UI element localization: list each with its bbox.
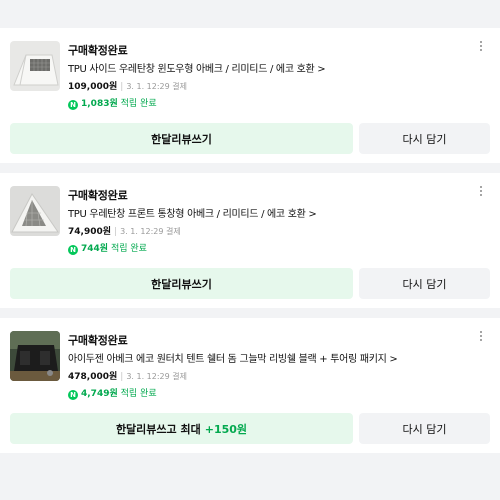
point-info: N 1,083원 적립 완료 [68, 96, 157, 110]
payment-date: 3. 1. 12:29 결제 [126, 372, 187, 381]
order-status: 구매확정완료 [68, 189, 128, 202]
more-options-icon[interactable] [478, 41, 484, 55]
point-label: 적립 완료 [110, 244, 147, 254]
product-thumbnail[interactable] [10, 41, 60, 91]
order-status: 구매확정완료 [68, 334, 128, 347]
top-spacer [0, 0, 500, 28]
review-bonus: +150원 [204, 422, 248, 436]
write-review-button[interactable]: 한달리뷰쓰기 [10, 123, 353, 154]
again-button-label: 다시 담기 [402, 277, 447, 291]
order-price: 478,000원 [68, 372, 118, 382]
meta-divider: | [120, 82, 124, 92]
product-title-link[interactable]: TPU 우레탄창 프론트 통창형 아베크 / 리미티드 / 에코 호환 > [68, 205, 317, 220]
point-label: 적립 완료 [120, 389, 157, 399]
again-button-label: 다시 담기 [402, 132, 447, 146]
order-meta: 478,000원 | 3. 1. 12:29 결제 [68, 369, 187, 382]
payment-date: 3. 1. 12:29 결제 [126, 82, 187, 91]
naver-point-icon: N [68, 100, 78, 110]
add-to-cart-again-button[interactable]: 다시 담기 [359, 123, 490, 154]
naver-point-icon: N [68, 390, 78, 400]
add-to-cart-again-button[interactable]: 다시 담기 [359, 268, 490, 299]
product-thumbnail[interactable] [10, 331, 60, 381]
naver-point-icon: N [68, 245, 78, 255]
review-button-label: 한달리뷰쓰고 최대 [115, 422, 201, 436]
order-price: 74,900원 [68, 227, 112, 237]
point-amount: 4,749원 [81, 389, 118, 399]
order-price: 109,000원 [68, 82, 118, 92]
more-options-icon[interactable] [478, 331, 484, 345]
more-options-icon[interactable] [478, 186, 484, 200]
add-to-cart-again-button[interactable]: 다시 담기 [359, 413, 490, 444]
order-card: 구매확정완료 아이두젠 아베크 에코 원터치 텐트 쉘터 돔 그늘막 리빙쉘 블… [0, 318, 500, 453]
product-thumbnail[interactable] [10, 186, 60, 236]
payment-date: 3. 1. 12:29 결제 [120, 227, 181, 236]
write-review-button[interactable]: 한달리뷰쓰고 최대 +150원 [10, 413, 353, 444]
order-status: 구매확정완료 [68, 44, 128, 57]
meta-divider: | [114, 227, 118, 237]
product-title-link[interactable]: 아이두젠 아베크 에코 원터치 텐트 쉘터 돔 그늘막 리빙쉘 블랙 + 투어링… [68, 350, 398, 365]
point-label: 적립 완료 [120, 99, 157, 109]
again-button-label: 다시 담기 [402, 422, 447, 436]
review-button-label: 한달리뷰쓰기 [151, 277, 212, 291]
product-title-link[interactable]: TPU 사이드 우레탄창 윈도우형 아베크 / 리미티드 / 에코 호환 > [68, 60, 326, 75]
order-meta: 74,900원 | 3. 1. 12:29 결제 [68, 224, 181, 237]
order-card: 구매확정완료 TPU 우레탄창 프론트 통창형 아베크 / 리미티드 / 에코 … [0, 173, 500, 308]
point-info: N 744원 적립 완료 [68, 241, 147, 255]
review-button-label: 한달리뷰쓰기 [151, 132, 212, 146]
order-meta: 109,000원 | 3. 1. 12:29 결제 [68, 79, 187, 92]
point-amount: 744원 [81, 244, 109, 254]
meta-divider: | [120, 372, 124, 382]
order-card: 구매확정완료 TPU 사이드 우레탄창 윈도우형 아베크 / 리미티드 / 에코… [0, 28, 500, 163]
write-review-button[interactable]: 한달리뷰쓰기 [10, 268, 353, 299]
point-info: N 4,749원 적립 완료 [68, 386, 157, 400]
point-amount: 1,083원 [81, 99, 118, 109]
